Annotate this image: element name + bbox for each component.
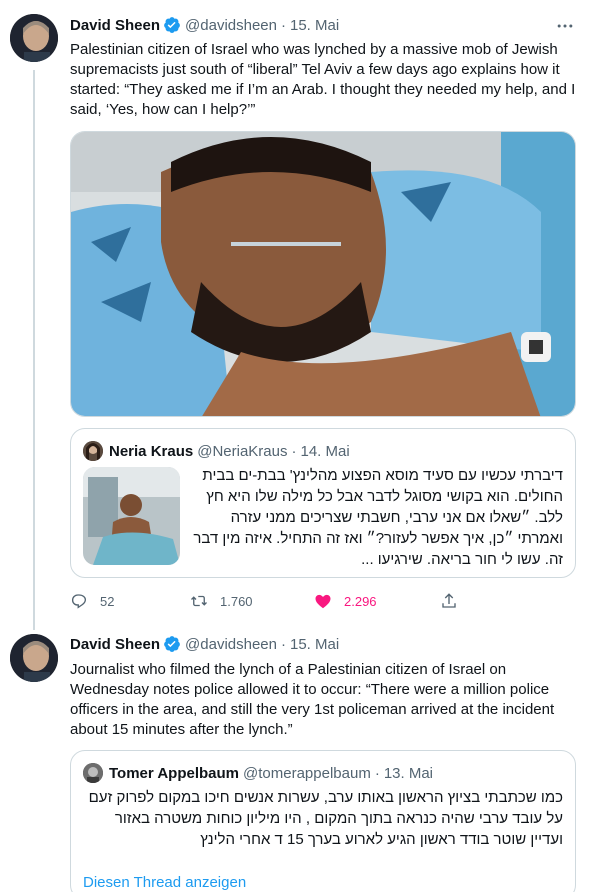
author-handle[interactable]: @davidsheen	[185, 636, 277, 653]
quoted-author-avatar	[83, 763, 103, 783]
quoted-tweet-text: כמו שכתבתי בציוץ הראשון באותו ערב, עשרות…	[88, 789, 563, 848]
quoted-author-name: Tomer Appelbaum	[109, 764, 240, 782]
quoted-author-handle: @NeriaKraus	[197, 442, 288, 460]
tweet-header: David Sheen @davidsheen · 15. Mai	[70, 14, 339, 36]
quoted-tweet-date: 14. Mai	[300, 442, 350, 460]
quoted-tweet-header: Neria Kraus @NeriaKraus · 14. Mai	[83, 441, 350, 461]
separator-dot: ·	[281, 635, 286, 653]
verified-badge-icon	[164, 636, 180, 652]
tweet-header: David Sheen @davidsheen · 15. Mai	[70, 633, 339, 655]
show-thread-link[interactable]: Diesen Thread anzeigen	[83, 874, 246, 891]
verified-badge-icon	[164, 17, 180, 33]
tweet-2[interactable]: David Sheen @davidsheen · 15. Mai Journa…	[0, 628, 593, 892]
share-icon	[442, 593, 456, 608]
tweet-text: Palestinian citizen of Israel who was ly…	[70, 41, 576, 118]
author-avatar[interactable]	[10, 634, 58, 682]
author-name[interactable]: David Sheen	[70, 636, 160, 653]
tweet-1[interactable]: David Sheen @davidsheen · 15. Mai Palest…	[0, 0, 593, 628]
reply-icon	[71, 594, 87, 609]
separator-dot: ·	[291, 442, 297, 460]
more-options-icon[interactable]	[555, 16, 575, 36]
reply-count: 52	[100, 593, 115, 609]
author-avatar[interactable]	[10, 14, 58, 62]
retweet-icon	[191, 595, 207, 607]
quoted-tweet-date: 13. Mai	[383, 764, 434, 782]
quoted-tweet-header: Tomer Appelbaum @tomerappelbaum · 13. Ma…	[83, 763, 433, 783]
tweet-text: Journalist who filmed the lynch of a Pal…	[70, 661, 555, 738]
author-name[interactable]: David Sheen	[70, 17, 160, 34]
like-button[interactable]: 2.296	[314, 592, 440, 610]
tweet-photo[interactable]	[70, 131, 576, 417]
like-icon	[315, 594, 331, 609]
share-button[interactable]	[440, 592, 470, 610]
tweet-actions: 52 1.760 2.296	[70, 588, 510, 614]
quoted-author-handle: @tomerappelbaum	[243, 764, 371, 782]
quoted-tweet[interactable]: Neria Kraus @NeriaKraus · 14. Mai דיברתי…	[70, 428, 576, 578]
separator-dot: ·	[281, 16, 286, 34]
retweet-count: 1.760	[220, 593, 253, 609]
quoted-tweet-thumbnail	[83, 467, 180, 565]
quoted-author-name: Neria Kraus	[109, 442, 194, 460]
quoted-author-avatar	[83, 441, 103, 461]
tweet-date[interactable]: 15. Mai	[290, 17, 339, 34]
tweet-date[interactable]: 15. Mai	[290, 636, 339, 653]
author-handle[interactable]: @davidsheen	[185, 17, 277, 34]
separator-dot: ·	[374, 764, 380, 782]
retweet-button[interactable]: 1.760	[190, 592, 314, 610]
quoted-tweet-text: דיברתי עכשיו עם סעיד מוסא הפצוע מהלינץ' …	[193, 467, 563, 568]
like-count: 2.296	[344, 593, 377, 609]
reply-button[interactable]: 52	[70, 592, 190, 610]
quoted-tweet[interactable]: Tomer Appelbaum @tomerappelbaum · 13. Ma…	[70, 750, 576, 892]
